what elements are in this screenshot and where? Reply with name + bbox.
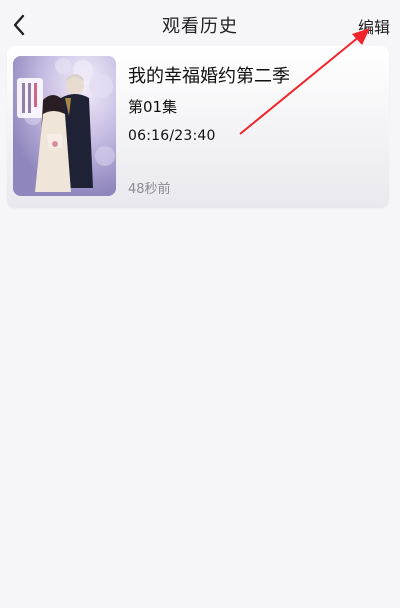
anime-cover-image[interactable] <box>13 56 116 196</box>
top-bar: 观看历史 编辑 <box>0 0 400 50</box>
page-title: 观看历史 <box>162 16 238 37</box>
episode-label: 第01集 <box>128 98 178 116</box>
cover-illustration <box>13 56 116 196</box>
edit-button[interactable]: 编辑 <box>358 14 390 38</box>
history-item[interactable]: 我的幸福婚约第二季 第01集 06:16/23:40 48秒前 <box>7 46 389 208</box>
anime-title: 我的幸福婚约第二季 <box>128 66 290 87</box>
watch-progress: 06:16/23:40 <box>128 128 216 144</box>
watched-time-ago: 48秒前 <box>128 182 171 197</box>
watch-history-screen: 观看历史 编辑 我的幸福婚约第二季 第01集 06:16/23:40 48秒前 <box>0 0 400 608</box>
history-item-info: 我的幸福婚约第二季 第01集 06:16/23:40 48秒前 <box>128 46 381 208</box>
